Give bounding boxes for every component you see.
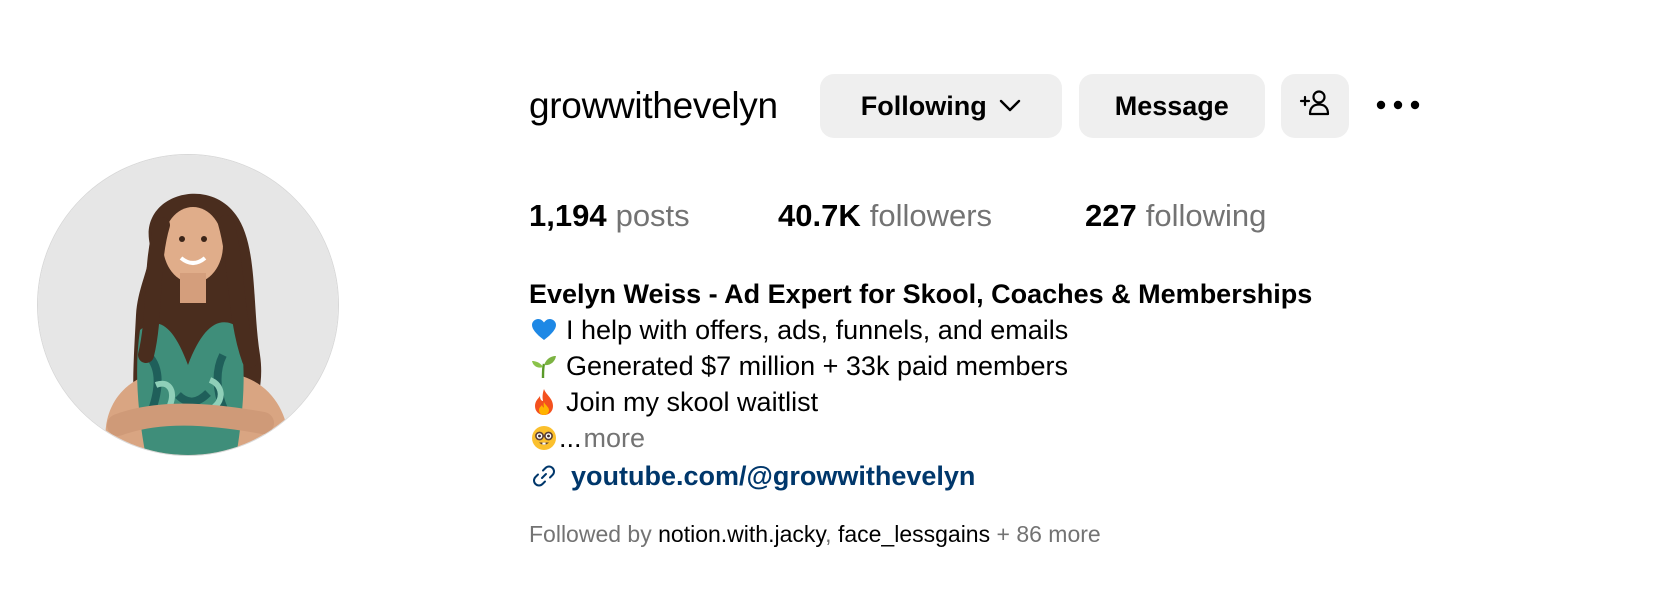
followed-by-account[interactable]: face_lessgains [838, 521, 990, 547]
followed-by-suffix: + 86 more [996, 521, 1101, 547]
posts-stat: 1,194 posts [529, 198, 778, 234]
posts-label: posts [615, 198, 690, 233]
fire-icon [529, 387, 559, 417]
more-horizontal-icon [1376, 97, 1420, 115]
followed-by[interactable]: Followed by notion.with.jacky, face_less… [529, 521, 1101, 548]
message-button[interactable]: Message [1078, 74, 1265, 138]
profile-bio: Evelyn Weiss - Ad Expert for Skool, Coac… [529, 276, 1312, 494]
profile-header: growwithevelyn Following Message [529, 74, 1423, 138]
more-options-button[interactable] [1373, 74, 1423, 138]
bio-link-row: youtube.com/@growwithevelyn [529, 458, 1312, 494]
bio-more-link[interactable]: more [584, 420, 646, 456]
bio-external-link[interactable]: youtube.com/@growwithevelyn [571, 458, 975, 494]
profile-stats: 1,194 posts 40.7K followers 227 followin… [529, 194, 1266, 238]
followed-by-account[interactable]: notion.with.jacky [658, 521, 825, 547]
link-icon [529, 461, 559, 491]
chevron-down-icon [999, 99, 1021, 113]
followers-label: followers [869, 198, 993, 233]
bio-line: I help with offers, ads, funnels, and em… [529, 312, 1312, 348]
avatar[interactable] [37, 154, 339, 456]
following-button-label: Following [860, 90, 987, 121]
message-button-label: Message [1114, 90, 1229, 121]
followers-count: 40.7K [778, 198, 861, 233]
nerd-face-icon [529, 423, 559, 453]
following-label: following [1145, 198, 1267, 233]
bio-line-text: Join my skool waitlist [566, 387, 819, 417]
add-user-button[interactable] [1280, 74, 1349, 138]
followed-by-separator: , [825, 521, 832, 547]
followed-by-prefix: Followed by [529, 521, 652, 547]
bio-line-text: I help with offers, ads, funnels, and em… [566, 315, 1069, 345]
profile-photo [38, 155, 338, 455]
bio-ellipsis: ... [559, 423, 582, 453]
blue-heart-icon [529, 315, 559, 345]
following-button[interactable]: Following [819, 74, 1062, 138]
bio-line: Generated $7 million + 33k paid members [529, 348, 1312, 384]
following-stat[interactable]: 227 following [1085, 198, 1266, 234]
posts-count: 1,194 [529, 198, 607, 233]
followers-stat[interactable]: 40.7K followers [778, 198, 1085, 234]
bio-line-text: Generated $7 million + 33k paid members [566, 351, 1069, 381]
bio-truncated-line: ... more [529, 420, 1312, 456]
seedling-icon [529, 351, 559, 381]
display-name: Evelyn Weiss - Ad Expert for Skool, Coac… [529, 279, 1313, 309]
username: growwithevelyn [529, 85, 778, 126]
following-count: 227 [1085, 198, 1137, 233]
bio-line: Join my skool waitlist [529, 384, 1312, 420]
add-user-icon [1299, 89, 1331, 124]
